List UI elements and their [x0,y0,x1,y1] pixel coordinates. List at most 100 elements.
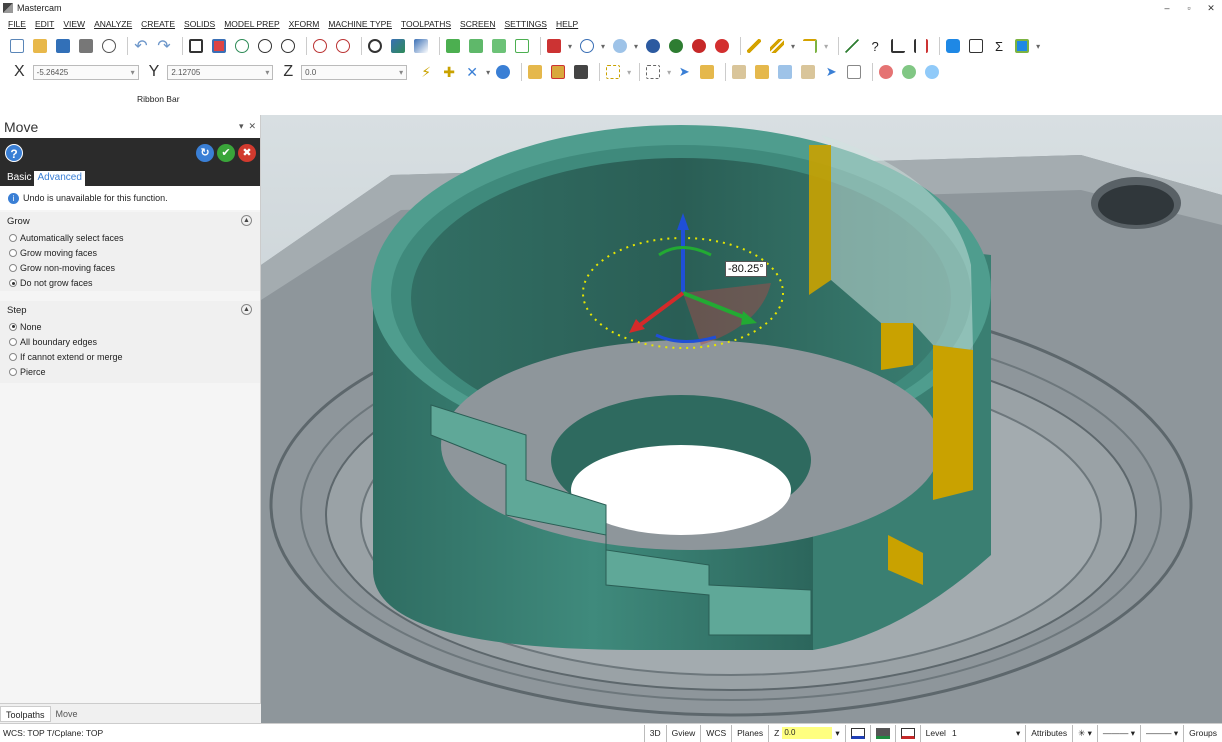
radio-all-boundary[interactable] [9,337,17,346]
body-select-icon[interactable] [753,63,771,81]
undo-icon[interactable]: ↶ [132,37,150,55]
solid-color-icon[interactable] [894,724,920,742]
grow-option[interactable]: Grow moving faces [0,245,260,260]
radio-auto-select[interactable] [9,233,17,242]
groups-button[interactable]: Groups [1183,724,1222,742]
menu-solids[interactable]: SOLIDS [184,19,215,29]
shaded-icon[interactable] [644,37,662,55]
hidden-icon[interactable] [690,37,708,55]
tab-basic[interactable]: Basic [4,171,34,186]
menu-xform[interactable]: XFORM [289,19,320,29]
collapse-step-icon[interactable]: ▲ [241,304,252,315]
globe-icon[interactable] [578,37,596,55]
query-icon[interactable]: ? [866,37,884,55]
window-select-icon[interactable] [644,63,662,81]
help-circle-icon[interactable] [494,63,512,81]
view-3d-button[interactable]: 3D [643,724,666,742]
planes-button[interactable]: Planes [731,724,768,742]
z-depth-control[interactable]: Z 0.0 ▾ [768,724,844,742]
menu-model-prep[interactable]: MODEL PREP [224,19,279,29]
level-input[interactable]: 1 [952,725,1016,742]
sphere-icon[interactable] [611,37,629,55]
analyze-icon[interactable] [843,37,861,55]
restore-icon[interactable]: ▫ [1178,0,1200,16]
step-option[interactable]: Pierce [0,365,260,380]
select-cursor-icon[interactable] [572,63,590,81]
menu-analyze[interactable]: ANALYZE [94,19,132,29]
calculator-icon[interactable] [967,37,985,55]
radio-grow-moving[interactable] [9,248,17,257]
solid-select-icon[interactable] [698,63,716,81]
minimize-icon[interactable]: – [1156,0,1178,16]
pointer-icon[interactable]: ➤ [675,63,693,81]
y-coordinate-field[interactable]: 2.12705 [167,64,274,80]
tab-advanced[interactable]: Advanced [34,171,85,186]
x-coordinate-field[interactable]: -5.26425 [32,64,139,80]
help-small-icon[interactable] [923,63,941,81]
cplane-icon[interactable] [545,37,563,55]
fit-icon[interactable] [187,37,205,55]
radio-grow-non-moving[interactable] [9,263,17,272]
plane-rotate-icon[interactable] [412,37,430,55]
view-top-icon[interactable] [444,37,462,55]
tab-move[interactable]: Move [51,706,83,722]
menu-machine-type[interactable]: MACHINE TYPE [328,19,392,29]
line-width-icon[interactable]: ——— ▾ [1140,724,1183,742]
view-right-icon[interactable] [490,37,508,55]
step-option[interactable]: None [0,319,260,334]
step-option[interactable]: If cannot extend or merge [0,349,260,364]
snap-icon[interactable]: ✕ [463,63,481,81]
select-all-icon[interactable] [526,63,544,81]
graphics-viewport[interactable] [261,115,1222,723]
redo-icon[interactable]: ↷ [155,37,173,55]
wire-shaded-icon[interactable] [667,37,685,55]
fillet-icon[interactable] [801,37,819,55]
menu-screen[interactable]: SCREEN [460,19,495,29]
zoom-out-icon[interactable] [311,37,329,55]
double-line-icon[interactable] [768,37,786,55]
point-style-icon[interactable]: ✳ ▾ [1072,724,1097,742]
open-folder-icon[interactable] [31,37,49,55]
sigma-icon[interactable]: Σ [990,37,1008,55]
radio-extend-merge[interactable] [9,352,17,361]
edge-select-icon[interactable] [799,63,817,81]
print-icon[interactable] [77,37,95,55]
zoom-window-icon[interactable] [233,37,251,55]
fill-color-icon[interactable] [869,724,895,742]
zoom-out-small-icon[interactable] [334,37,352,55]
gview-button[interactable]: Gview [665,724,701,742]
view-front-icon[interactable] [467,37,485,55]
level-control[interactable]: Level 1 ▾ [919,724,1026,742]
ok-circle-icon[interactable] [900,63,918,81]
help-button[interactable]: ? [5,144,23,162]
z-coordinate-field[interactable]: 0.0 [301,64,408,80]
radio-do-not-grow[interactable] [9,279,17,288]
menu-edit[interactable]: EDIT [35,19,54,29]
layout-icon[interactable] [1013,37,1031,55]
collapse-grow-icon[interactable]: ▲ [241,215,252,226]
zoom-target-icon[interactable] [256,37,274,55]
new-file-icon[interactable] [8,37,26,55]
cube-select-icon[interactable] [776,63,794,81]
ok-button[interactable]: ✔ [217,144,235,162]
wcs-button[interactable]: WCS [700,724,731,742]
menu-settings[interactable]: SETTINGS [504,19,547,29]
autocursor-icon[interactable]: ⚡ [417,63,435,81]
cancel-button[interactable]: ✖ [238,144,256,162]
panel-pin-icon[interactable]: ▾ ✕ [239,121,256,132]
print-preview-icon[interactable] [100,37,118,55]
translucent-icon[interactable] [713,37,731,55]
settings-gear-icon[interactable] [944,37,962,55]
line-style-icon[interactable]: ——— ▾ [1096,724,1140,742]
menu-file[interactable]: FILE [8,19,26,29]
attributes-button[interactable]: Attributes [1025,724,1072,742]
face-select-icon[interactable] [730,63,748,81]
zoom-selected-icon[interactable] [279,37,297,55]
distance-icon[interactable] [912,37,930,55]
cancel-circle-icon[interactable] [877,63,895,81]
repaint-icon[interactable] [210,37,228,55]
menu-create[interactable]: CREATE [141,19,175,29]
apply-button[interactable]: ↻ [196,144,214,162]
vertex-select-icon[interactable]: ➤ [822,63,840,81]
select-only-icon[interactable] [549,63,567,81]
